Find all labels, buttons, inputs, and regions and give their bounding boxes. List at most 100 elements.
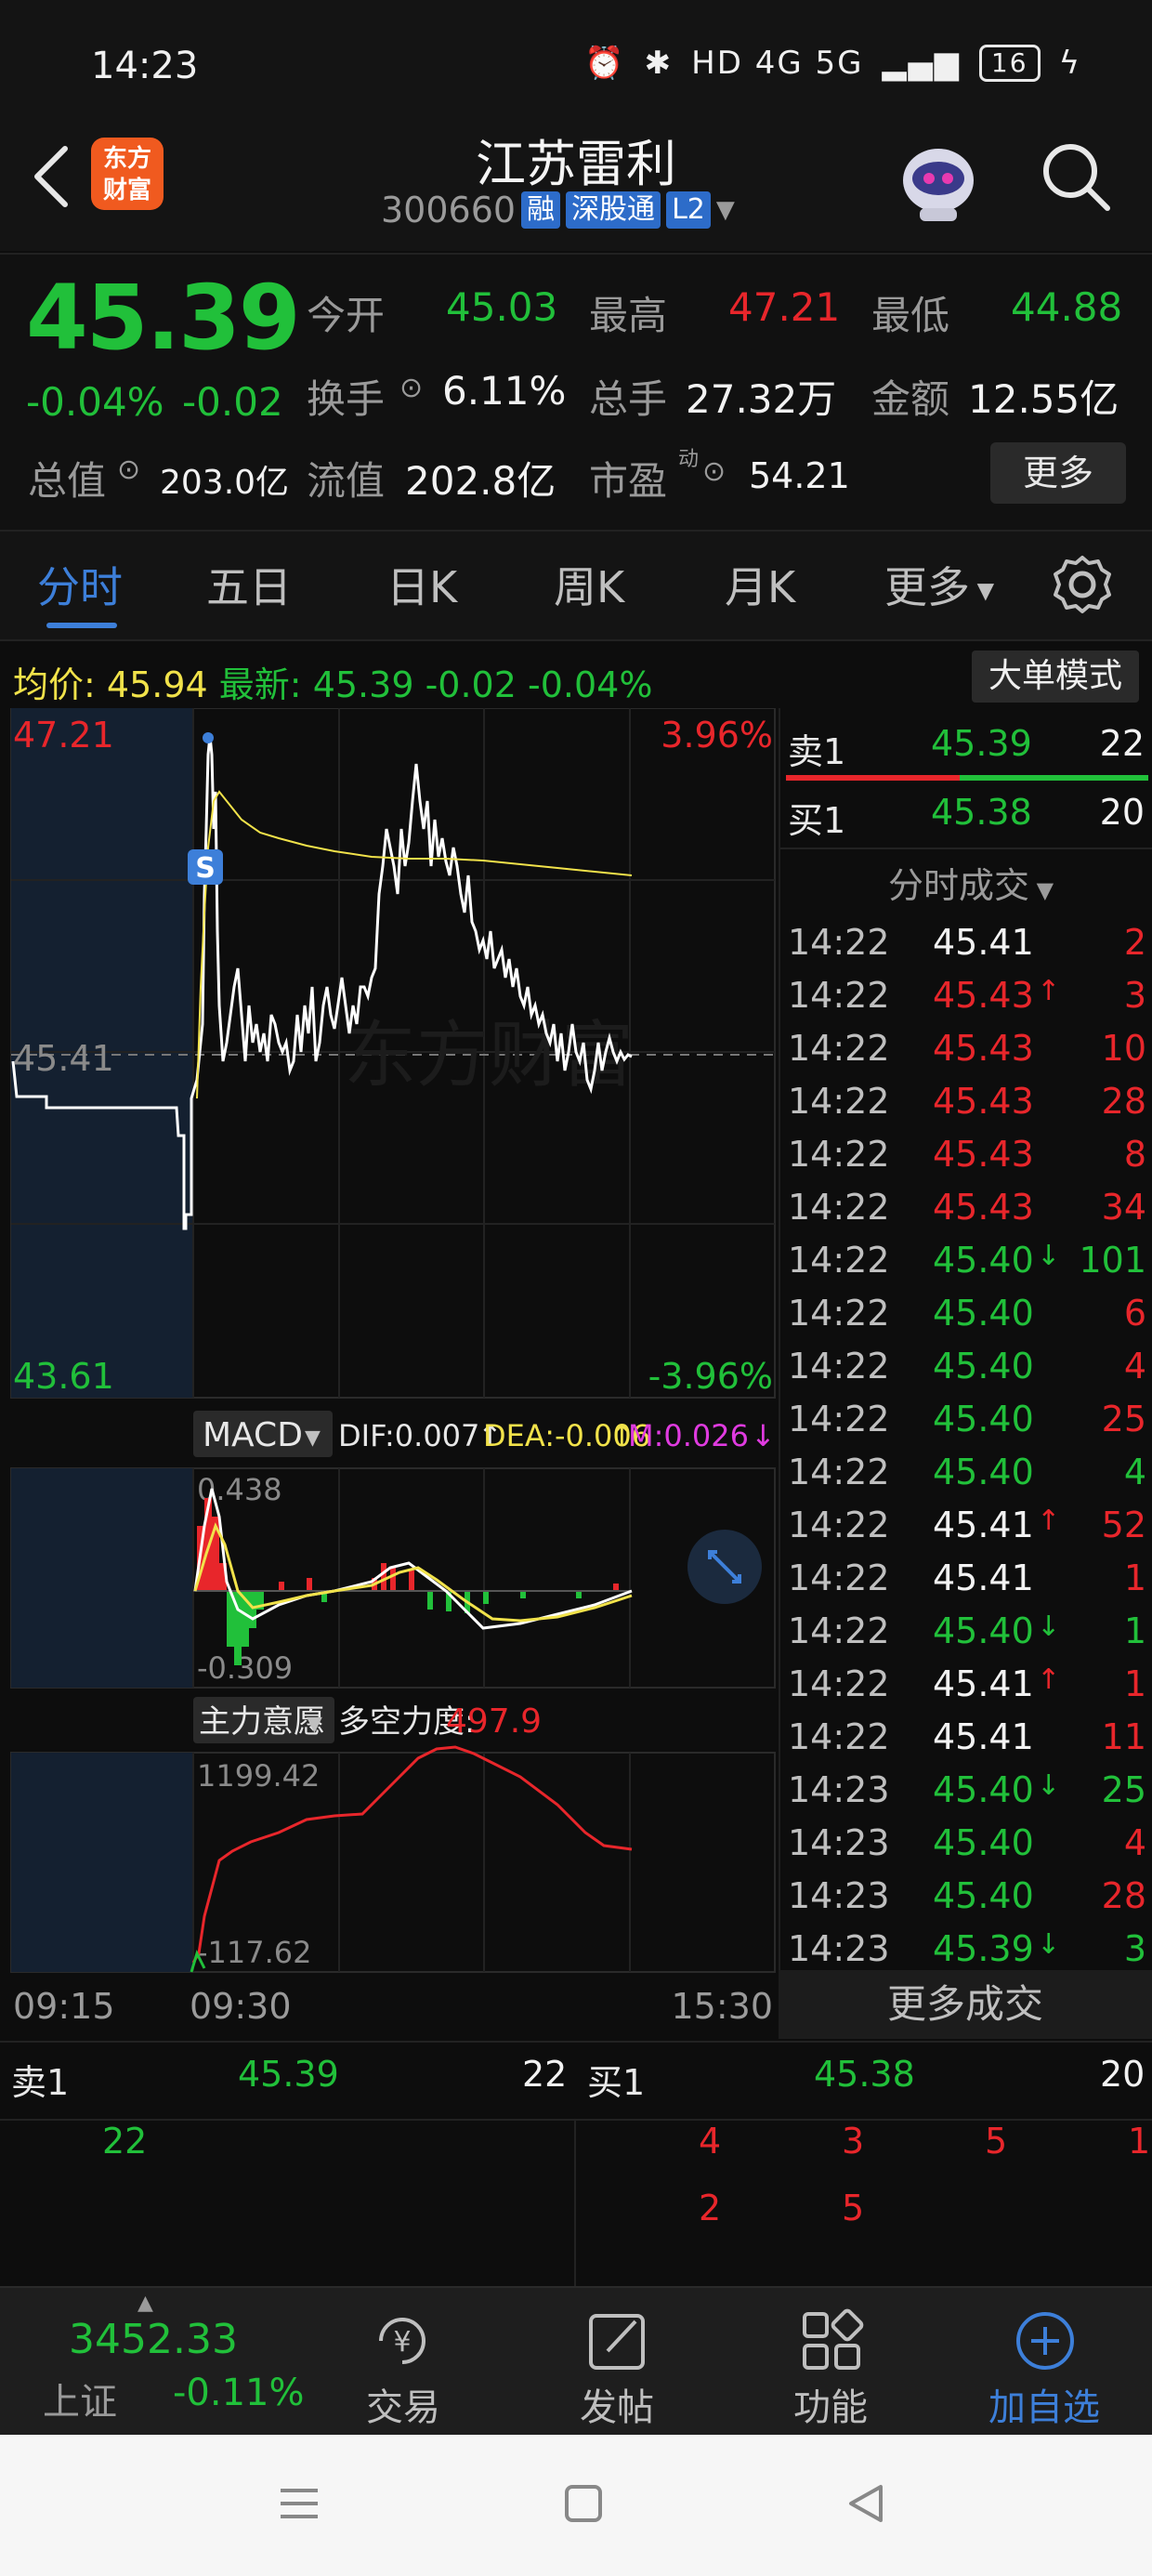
stock-code: 300660 bbox=[381, 190, 517, 230]
trade-row: 14:22 45.40 4 bbox=[780, 1346, 1152, 1392]
buy1-label: 买1 bbox=[788, 800, 846, 841]
trade-row: 14:22 45.43 34 bbox=[780, 1187, 1152, 1233]
trade-time: 14:22 bbox=[788, 1081, 890, 1122]
arrow-up-icon: ↑ bbox=[1037, 975, 1061, 1007]
trade-price: 45.40 bbox=[933, 1293, 1034, 1334]
trade-volume: 6 bbox=[1123, 1293, 1146, 1334]
nav-functions[interactable]: 功能 bbox=[756, 2377, 905, 2431]
trade-time: 14:23 bbox=[788, 1928, 890, 1969]
trade-volume: 1 bbox=[1123, 1557, 1146, 1598]
trade-time: 14:22 bbox=[788, 922, 890, 963]
info-icon[interactable]: ⊙ bbox=[117, 453, 140, 486]
nav-post[interactable]: 发帖 bbox=[543, 2377, 691, 2431]
chevron-down-icon[interactable]: ▼ bbox=[716, 196, 735, 224]
trade-volume: 11 bbox=[1101, 1716, 1146, 1757]
nav-add-watchlist[interactable]: 加自选 bbox=[970, 2377, 1119, 2431]
book-sell-label: 卖1 bbox=[11, 2062, 70, 2103]
tag-connect: 深股通 bbox=[566, 191, 661, 229]
trade-volume: 4 bbox=[1123, 1346, 1146, 1387]
intraday-chart[interactable]: 东方财富 S 47.21 45.41 43.61 3.96% -3.96% MA… bbox=[0, 708, 779, 2039]
caret-down-icon: ▼ bbox=[307, 1713, 322, 1736]
volume-label: 总手 bbox=[589, 376, 668, 422]
trade-price: 45.40 bbox=[933, 1822, 1034, 1863]
trade-time: 14:22 bbox=[788, 975, 890, 1016]
tab-daily-k[interactable]: 日K bbox=[386, 554, 457, 615]
trade-volume: 34 bbox=[1101, 1187, 1146, 1228]
trade-price: 45.41 bbox=[933, 1663, 1034, 1704]
trade-volume: 8 bbox=[1123, 1134, 1146, 1175]
home-icon[interactable] bbox=[563, 2483, 604, 2524]
trade-time: 14:22 bbox=[788, 1134, 890, 1175]
trade-time: 14:22 bbox=[788, 1610, 890, 1651]
index-value[interactable]: 3452.33 bbox=[69, 2316, 238, 2363]
info-icon[interactable]: ⊙ bbox=[399, 372, 423, 404]
compose-icon[interactable] bbox=[585, 2308, 650, 2373]
battery-indicator: 16 bbox=[978, 45, 1041, 82]
trade-icon[interactable]: ¥ bbox=[370, 2308, 435, 2373]
time-open: 09:30 bbox=[190, 1986, 292, 2027]
info-icon[interactable]: ⊙ bbox=[702, 455, 726, 488]
trade-row: 14:23 45.40 4 bbox=[780, 1822, 1152, 1869]
system-nav-bar bbox=[0, 2435, 1152, 2576]
pe-superscript: 动 bbox=[678, 448, 700, 471]
trade-time: 14:23 bbox=[788, 1769, 890, 1810]
open-label: 今开 bbox=[307, 293, 386, 338]
trade-time: 14:22 bbox=[788, 1663, 890, 1704]
trade-volume: 101 bbox=[1079, 1240, 1146, 1281]
trade-row: 14:22 45.43 10 bbox=[780, 1028, 1152, 1074]
order-book: 卖1 45.39 22 买1 45.38 20 22 4 3 5 1 2 5 bbox=[0, 2041, 1152, 2286]
latest-value: 45.39 bbox=[312, 664, 414, 705]
index-name[interactable]: 上证 bbox=[43, 2372, 117, 2425]
trade-price: 45.40 bbox=[933, 1875, 1034, 1916]
buy-order-qty: 1 bbox=[1128, 2121, 1151, 2162]
trade-volume: 28 bbox=[1101, 1081, 1146, 1122]
sell-order-qty: 22 bbox=[102, 2121, 148, 2162]
robot-assistant-icon[interactable] bbox=[892, 132, 985, 225]
back-nav-icon[interactable] bbox=[845, 2483, 886, 2524]
alarm-icon: ⏰ bbox=[584, 45, 626, 82]
big-order-mode-button[interactable]: 大单模式 bbox=[972, 651, 1139, 703]
trade-price: 45.39 bbox=[933, 1928, 1034, 1969]
high-label: 最高 bbox=[589, 293, 668, 338]
tab-5day[interactable]: 五日 bbox=[206, 554, 292, 615]
tab-more[interactable]: 更多 ▼ bbox=[884, 554, 994, 615]
stock-code-row: 300660 融 深股通 L2 ▼ bbox=[381, 190, 735, 230]
menu-icon[interactable] bbox=[279, 2483, 320, 2524]
buy-order-qty: 3 bbox=[842, 2121, 865, 2162]
avg-value: 45.94 bbox=[106, 664, 208, 705]
sell-marker-label: S bbox=[195, 852, 216, 885]
settings-icon[interactable] bbox=[1052, 554, 1113, 615]
low-label: 最低 bbox=[871, 293, 950, 338]
buy-order-qty: 5 bbox=[842, 2188, 865, 2228]
sell1-price: 45.39 bbox=[931, 723, 1032, 764]
trade-price: 45.40 bbox=[933, 1346, 1034, 1387]
trade-row: 14:23 45.39 ↓ 3 bbox=[780, 1928, 1152, 1975]
latest-change: -0.02 bbox=[425, 664, 517, 705]
arrow-up-icon: ↑ bbox=[1037, 1663, 1061, 1696]
tab-weekly-k[interactable]: 周K bbox=[554, 554, 624, 615]
tab-monthly-k[interactable]: 月K bbox=[725, 554, 795, 615]
add-watchlist-icon[interactable] bbox=[1013, 2308, 1078, 2373]
pct-axis-low: -3.96% bbox=[648, 1356, 773, 1397]
search-icon[interactable] bbox=[1039, 139, 1113, 214]
trade-time: 14:22 bbox=[788, 1557, 890, 1598]
indicator-axis-low: -117.62 bbox=[197, 1935, 312, 1970]
divider bbox=[780, 848, 1152, 849]
orderbook-ratio-bar bbox=[786, 775, 1148, 781]
trades-title[interactable]: 分时成交 ▼ bbox=[888, 857, 1054, 908]
tab-intraday[interactable]: 分时 bbox=[37, 554, 123, 615]
trade-time: 14:22 bbox=[788, 1505, 890, 1545]
trade-price: 45.43 bbox=[933, 1081, 1034, 1122]
trade-price: 45.40 bbox=[933, 1452, 1034, 1492]
more-trades-button[interactable]: 更多成交 bbox=[779, 1970, 1152, 2039]
trade-row: 14:22 45.41 1 bbox=[780, 1557, 1152, 1604]
trade-time: 14:23 bbox=[788, 1822, 890, 1863]
index-change[interactable]: -0.11% bbox=[173, 2372, 305, 2414]
grid-icon[interactable] bbox=[799, 2308, 864, 2373]
more-quote-button[interactable]: 更多 bbox=[990, 442, 1126, 504]
trade-row: 14:22 45.40 4 bbox=[780, 1452, 1152, 1498]
nav-trade[interactable]: 交易 bbox=[329, 2377, 478, 2431]
bluetooth-icon: ✱ bbox=[644, 45, 674, 82]
trade-time: 14:22 bbox=[788, 1716, 890, 1757]
trade-time: 14:23 bbox=[788, 1875, 890, 1916]
